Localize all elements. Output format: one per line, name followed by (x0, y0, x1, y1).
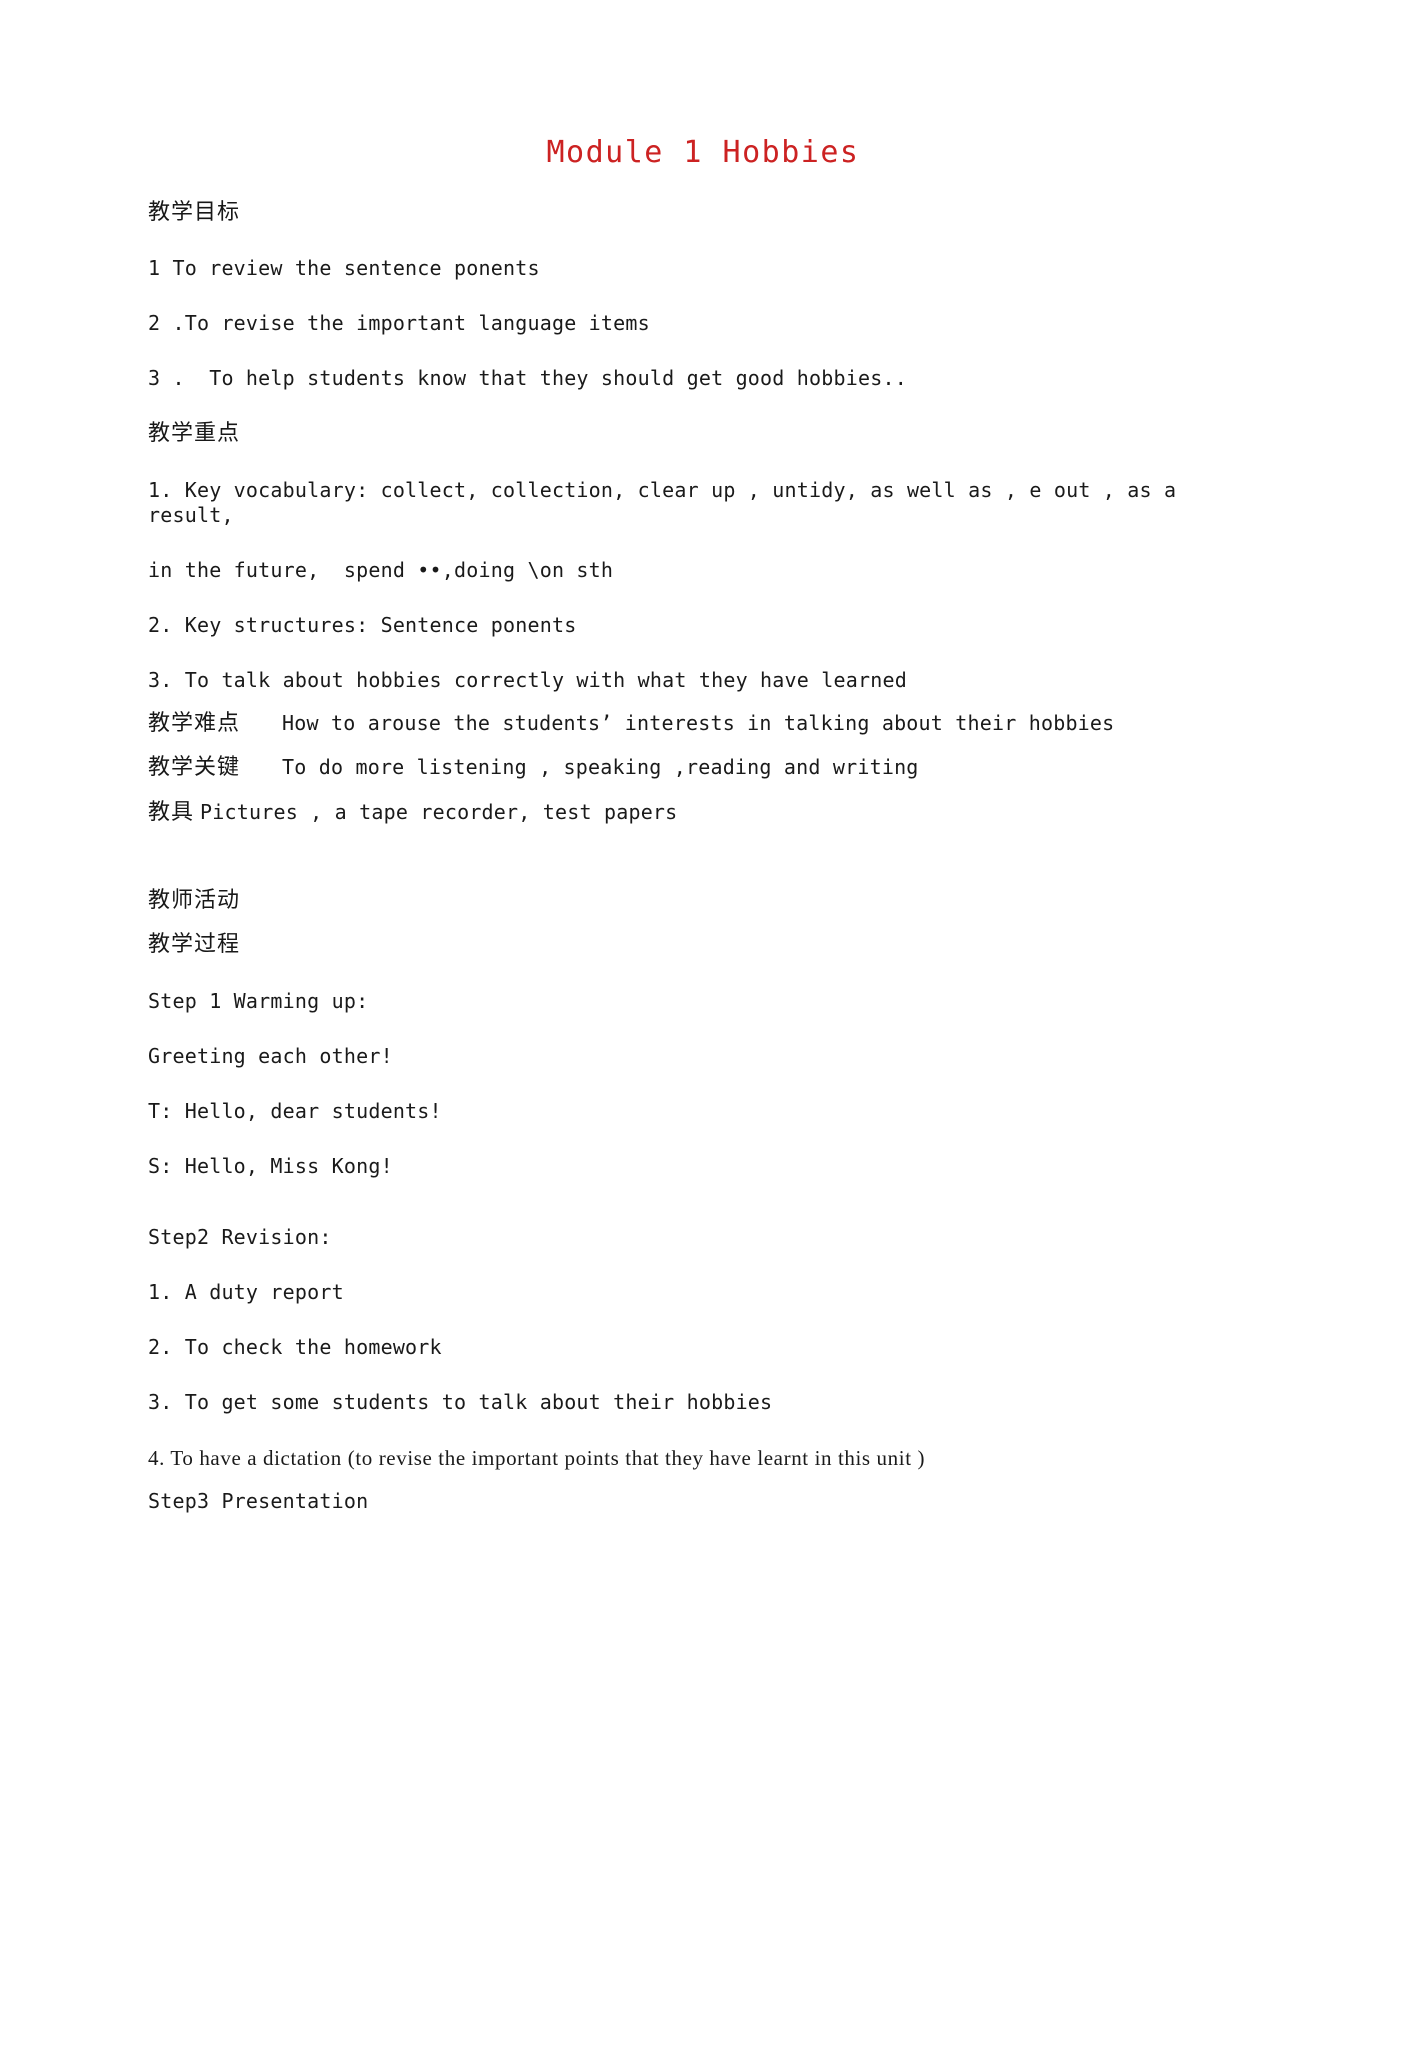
step2-item-2: 2. To check the homework (148, 1334, 442, 1359)
key-point-vocabulary: 1. Key vocabulary: collect, collection, … (148, 477, 1189, 527)
step1-line-teacher: T: Hello, dear students! (148, 1098, 442, 1123)
key-label: 教学关键 (148, 755, 241, 781)
section-heading-objectives: 教学目标 (148, 200, 241, 225)
document-page: Module 1 Hobbies 教学目标 1 To review the se… (0, 0, 1413, 2055)
section-heading-process: 教学过程 (148, 932, 241, 958)
aids-row: 教具 Pictures , a tape recorder, test pape… (148, 800, 1258, 826)
step2-item-4: 4. To have a dictation (to revise the im… (148, 1445, 926, 1470)
step2-title: Step2 Revision: (148, 1224, 332, 1249)
key-point-talk: 3. To talk about hobbies correctly with … (148, 667, 907, 692)
objective-item-2: 2 .To revise the important language item… (148, 311, 650, 336)
document-content: Module 1 Hobbies 教学目标 1 To review the se… (148, 0, 1258, 1514)
section-heading-teacher-activity: 教师活动 (148, 887, 241, 913)
step2-item-1: 1. A duty report (148, 1279, 344, 1304)
difficulty-label: 教学难点 (148, 710, 241, 736)
objective-item-3: 3 . To help students know that they shou… (148, 366, 907, 391)
difficulty-text: How to arouse the students’ interests in… (282, 710, 1115, 735)
aids-label: 教具 (148, 799, 195, 825)
objective-item-1: 1 To review the sentence ponents (148, 256, 540, 281)
key-text: To do more listening , speaking ,reading… (282, 755, 919, 780)
step1-title: Step 1 Warming up: (148, 988, 369, 1013)
key-point-structures: 2. Key structures: Sentence ponents (148, 612, 577, 637)
aids-text: Pictures , a tape recorder, test papers (200, 799, 678, 824)
step1-line-student: S: Hello, Miss Kong! (148, 1153, 393, 1178)
difficulty-row: 教学难点 How to arouse the students’ interes… (148, 711, 1258, 737)
section-heading-key-points: 教学重点 (148, 421, 241, 447)
key-row: 教学关键 To do more listening , speaking ,re… (148, 755, 1258, 781)
step1-line-greeting: Greeting each other! (148, 1043, 393, 1068)
step3-title: Step3 Presentation (148, 1488, 369, 1513)
step2-item-3: 3. To get some students to talk about th… (148, 1389, 773, 1414)
page-title: Module 1 Hobbies (546, 135, 860, 170)
key-point-vocabulary-cont: in the future, spend ••,doing \on sth (148, 557, 614, 582)
